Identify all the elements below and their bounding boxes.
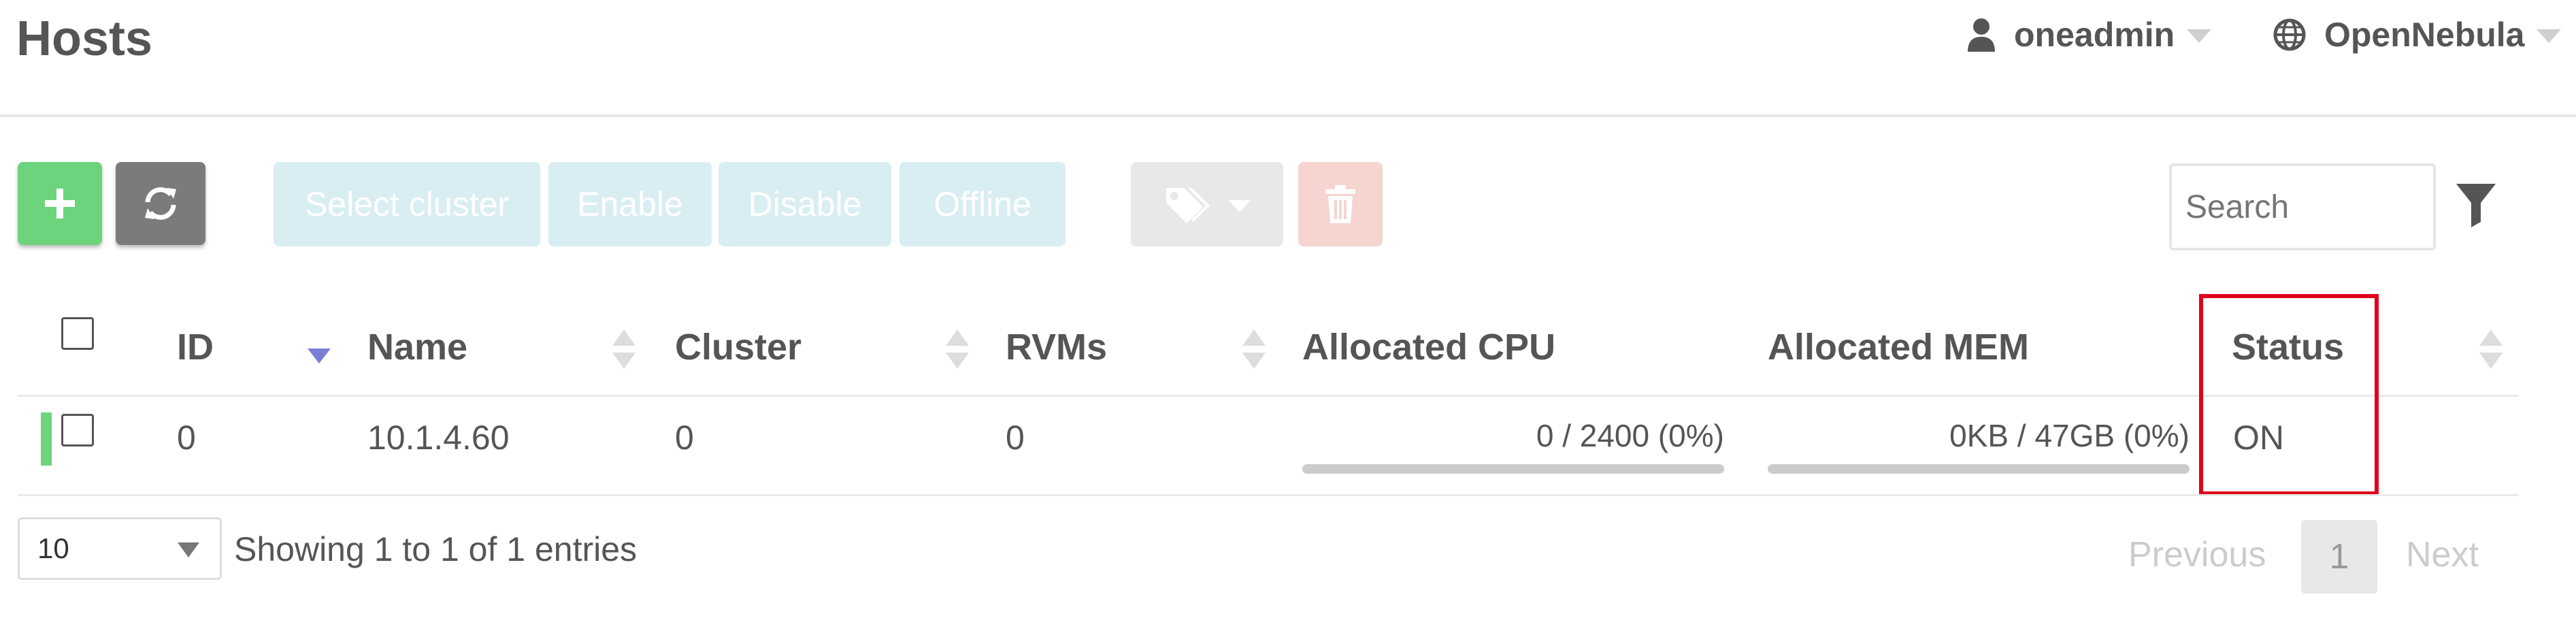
sort-desc-icon bbox=[308, 348, 331, 363]
status-highlight-box bbox=[2199, 294, 2379, 496]
current-page-button[interactable]: 1 bbox=[2301, 520, 2377, 594]
select-all-checkbox[interactable] bbox=[61, 317, 94, 350]
allocated-mem-text: 0KB / 47GB (0%) bbox=[1949, 418, 2190, 453]
chevron-down-icon bbox=[1229, 200, 1251, 212]
sort-icon bbox=[2479, 329, 2503, 369]
offline-button[interactable]: Offline bbox=[899, 162, 1066, 246]
header-divider bbox=[0, 114, 2576, 117]
table-header-divider bbox=[18, 395, 2519, 397]
plus-icon bbox=[45, 189, 75, 218]
disable-button[interactable]: Disable bbox=[719, 162, 891, 246]
table-row-divider bbox=[18, 494, 2519, 496]
add-host-button[interactable] bbox=[18, 162, 102, 245]
chevron-down-icon bbox=[2187, 29, 2212, 43]
sort-icon bbox=[1242, 329, 1266, 369]
row-checkbox[interactable] bbox=[61, 414, 94, 447]
column-header-allocated-mem[interactable]: Allocated MEM bbox=[1768, 320, 2029, 374]
zone-menu-label: OpenNebula bbox=[2324, 16, 2525, 54]
page-length-select[interactable]: 10 bbox=[18, 517, 222, 580]
cell-id[interactable]: 0 bbox=[177, 414, 196, 461]
column-header-cluster[interactable]: Cluster bbox=[675, 320, 802, 374]
enable-button[interactable]: Enable bbox=[548, 162, 712, 246]
select-cluster-button[interactable]: Select cluster bbox=[274, 162, 540, 246]
column-header-rvms[interactable]: RVMs bbox=[1006, 320, 1107, 374]
search-input[interactable] bbox=[2169, 163, 2436, 250]
globe-icon bbox=[2273, 18, 2306, 51]
column-header-id[interactable]: ID bbox=[177, 320, 214, 374]
user-menu-label: oneadmin bbox=[2014, 16, 2175, 54]
filter-icon[interactable] bbox=[2455, 182, 2497, 227]
next-page-button[interactable]: Next bbox=[2406, 530, 2479, 580]
chevron-down-icon bbox=[178, 542, 199, 557]
chevron-down-icon bbox=[2537, 29, 2562, 43]
user-icon bbox=[1968, 18, 1995, 52]
sort-icon bbox=[612, 329, 635, 369]
page-length-value: 10 bbox=[37, 532, 69, 564]
column-header-allocated-cpu[interactable]: Allocated CPU bbox=[1302, 320, 1555, 374]
column-header-name[interactable]: Name bbox=[367, 320, 467, 374]
cell-rvms[interactable]: 0 bbox=[1006, 414, 1025, 461]
tags-icon bbox=[1166, 188, 1210, 223]
cell-name[interactable]: 10.1.4.60 bbox=[367, 414, 510, 461]
delete-button[interactable] bbox=[1298, 162, 1383, 246]
trash-icon bbox=[1325, 185, 1355, 223]
refresh-button[interactable] bbox=[116, 162, 205, 245]
cell-cluster[interactable]: 0 bbox=[675, 414, 694, 461]
sort-icon bbox=[946, 329, 969, 369]
allocated-mem-bar bbox=[1768, 464, 2190, 474]
zone-menu[interactable]: OpenNebula bbox=[2273, 11, 2562, 59]
refresh-icon bbox=[145, 187, 176, 220]
table-info: Showing 1 to 1 of 1 entries bbox=[234, 530, 638, 568]
previous-page-button[interactable]: Previous bbox=[2128, 530, 2266, 580]
host-state-indicator bbox=[41, 412, 52, 466]
allocated-cpu-bar bbox=[1302, 464, 1724, 474]
page-title: Hosts bbox=[16, 12, 153, 66]
labels-dropdown-button[interactable] bbox=[1131, 162, 1283, 246]
user-menu[interactable]: oneadmin bbox=[1966, 11, 2212, 59]
allocated-cpu-text: 0 / 2400 (0%) bbox=[1536, 418, 1724, 453]
